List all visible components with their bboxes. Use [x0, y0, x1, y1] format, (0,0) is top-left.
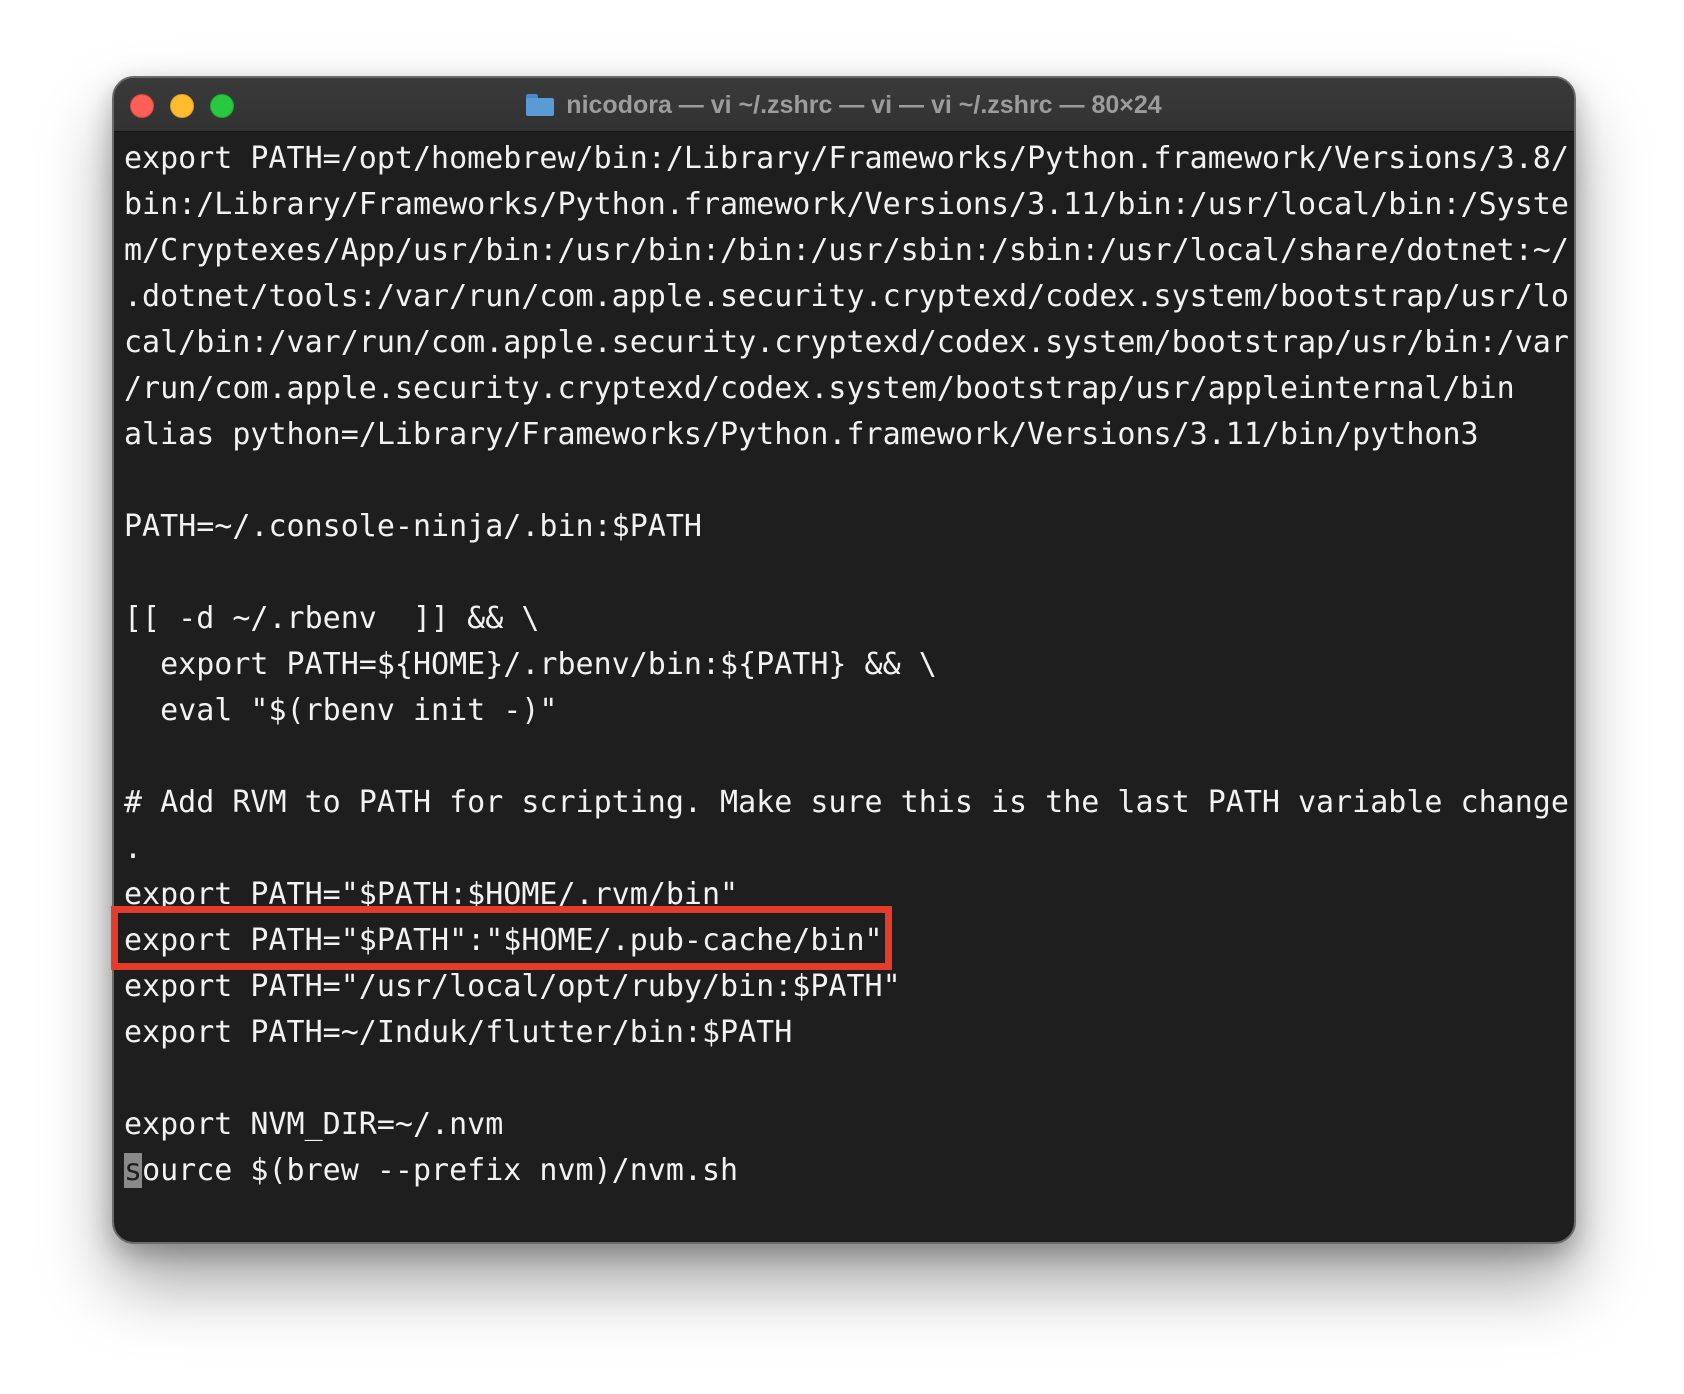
code-line: export PATH="$PATH:$HOME/.rvm/bin"	[124, 877, 739, 912]
code-line: export PATH=${HOME}/.rbenv/bin:${PATH} &…	[124, 647, 937, 682]
code-line-text: ource $(brew --prefix nvm)/nvm.sh	[142, 1153, 739, 1188]
code-line: cal/bin:/var/run/com.apple.security.cryp…	[124, 325, 1569, 360]
code-line: .	[124, 831, 143, 866]
title-group: nicodora — vi ~/.zshrc — vi — vi ~/.zshr…	[114, 78, 1574, 132]
code-line: bin:/Library/Frameworks/Python.framework…	[124, 187, 1569, 222]
code-line: eval "$(rbenv init -)"	[124, 693, 558, 728]
code-line: [[ -d ~/.rbenv ]] && \	[124, 601, 540, 636]
highlighted-code-line: export PATH="$PATH":"$HOME/.pub-cache/bi…	[124, 923, 883, 958]
comment-line: # Add RVM to PATH for scripting. Make su…	[124, 785, 1569, 820]
code-line: export PATH=~/Induk/flutter/bin:$PATH	[124, 1015, 793, 1050]
code-line: source $(brew --prefix nvm)/nvm.sh	[124, 1148, 1564, 1194]
text-cursor: s	[124, 1153, 143, 1188]
folder-icon	[526, 94, 555, 116]
code-line: alias python=/Library/Frameworks/Python.…	[124, 417, 1479, 452]
terminal-content[interactable]: export PATH=/opt/homebrew/bin:/Library/F…	[124, 136, 1569, 1236]
code-line: export NVM_DIR=~/.nvm	[124, 1107, 504, 1142]
code-line: /run/com.apple.security.cryptexd/codex.s…	[124, 371, 1515, 406]
code-line: PATH=~/.console-ninja/.bin:$PATH	[124, 509, 702, 544]
code-line: export PATH="/usr/local/opt/ruby/bin:$PA…	[124, 969, 901, 1004]
title-bar[interactable]: nicodora — vi ~/.zshrc — vi — vi ~/.zshr…	[114, 78, 1574, 132]
terminal-window: nicodora — vi ~/.zshrc — vi — vi ~/.zshr…	[112, 76, 1576, 1244]
code-line: export PATH=/opt/homebrew/bin:/Library/F…	[124, 141, 1569, 176]
code-line: .dotnet/tools:/var/run/com.apple.securit…	[124, 279, 1569, 314]
window-title: nicodora — vi ~/.zshrc — vi — vi ~/.zshr…	[566, 90, 1162, 119]
code-line: m/Cryptexes/App/usr/bin:/usr/bin:/bin:/u…	[124, 233, 1569, 268]
